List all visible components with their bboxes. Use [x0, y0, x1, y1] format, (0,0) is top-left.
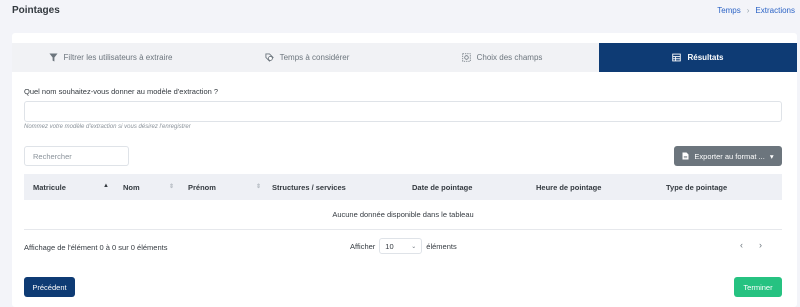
tab-label: Choix des champs [476, 53, 543, 62]
column-heure[interactable]: Heure de pointage [536, 174, 601, 200]
column-matricule[interactable]: Matricule [33, 174, 66, 200]
column-nom[interactable]: Nom [123, 174, 140, 200]
column-prenom[interactable]: Prénom [188, 174, 216, 200]
previous-page-button[interactable]: ‹ [740, 240, 743, 250]
column-date[interactable]: Date de pointage [412, 174, 472, 200]
tab-label: Résultats [687, 53, 724, 62]
export-label: Exporter au format ... [694, 151, 765, 161]
finish-button[interactable]: Terminer [734, 277, 782, 297]
empty-table-message: Aucune donnée disponible dans le tableau [24, 200, 782, 230]
filter-icon [48, 53, 58, 62]
table-header: Matricule ▲ Nom ⇕ Prénom ⇕ Structures / … [24, 174, 782, 200]
tab-filter-users[interactable]: Filtrer les utilisateurs à extraire [12, 43, 209, 72]
extraction-card: Filtrer les utilisateurs à extraire Temp… [12, 33, 797, 307]
tab-fields[interactable]: Choix des champs [405, 43, 599, 72]
tab-time[interactable]: Temps à considérer [209, 43, 405, 72]
export-button[interactable]: Exporter au format ... ▾ [674, 146, 782, 166]
chevron-down-icon: ⌄ [411, 243, 417, 250]
next-page-button[interactable]: › [759, 240, 762, 250]
previous-button[interactable]: Précédent [24, 277, 75, 297]
elements-label: éléments [426, 241, 457, 251]
column-type[interactable]: Type de pointage [666, 174, 727, 200]
column-structures[interactable]: Structures / services [272, 174, 346, 200]
breadcrumb-extractions[interactable]: Extractions [755, 6, 795, 15]
breadcrumb-temps[interactable]: Temps [717, 6, 741, 15]
model-name-label: Quel nom souhaitez-vous donner au modèle… [24, 87, 219, 96]
show-label: Afficher [350, 241, 376, 251]
model-name-input[interactable] [24, 101, 782, 122]
page-size-value: 10 [385, 241, 394, 251]
wizard-tabs: Filtrer les utilisateurs à extraire Temp… [12, 43, 797, 72]
sort-icon: ⇕ [169, 184, 175, 190]
search-input[interactable] [24, 146, 129, 166]
table-info: Affichage de l'élément 0 à 0 sur 0 éléme… [24, 243, 168, 252]
tab-results[interactable]: Résultats [599, 43, 797, 72]
chevron-right-icon: › [746, 6, 750, 15]
breadcrumb: Temps › Extractions [717, 6, 795, 15]
file-icon [682, 152, 689, 160]
tab-label: Temps à considérer [279, 53, 350, 62]
sort-asc-icon: ▲ [103, 183, 109, 189]
field-select-icon [461, 53, 471, 62]
page-size-select[interactable]: 10 ⌄ [379, 238, 423, 254]
pagination: ‹ › [740, 240, 762, 250]
caret-down-icon: ▾ [769, 151, 774, 161]
table-icon [672, 53, 682, 62]
page-length: Afficher 10 ⌄ éléments [350, 238, 457, 254]
page-title: Pointages [12, 5, 60, 16]
time-tag-icon [265, 53, 274, 62]
model-name-help: Nommez votre modèle d'extraction si vous… [24, 124, 191, 130]
tab-label: Filtrer les utilisateurs à extraire [63, 53, 173, 62]
sort-icon: ⇕ [256, 184, 262, 190]
